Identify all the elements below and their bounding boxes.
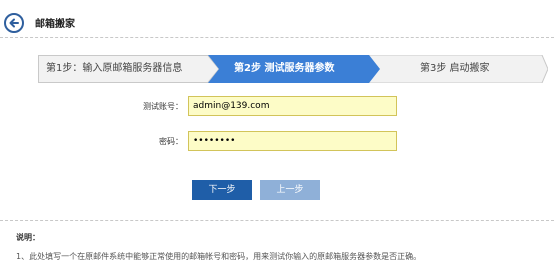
next-step-button[interactable]: 下一步 <box>192 180 252 200</box>
password-input[interactable] <box>188 131 397 151</box>
back-arrow-icon <box>9 18 19 28</box>
header-divider <box>0 37 554 38</box>
step-2-label: 第2步 测试服务器参数 <box>234 63 335 74</box>
step-1-label: 第1步：输入原邮箱服务器信息 <box>46 63 183 74</box>
step-progress: 第1步：输入原邮箱服务器信息 第2步 测试服务器参数 第3步 启动搬家 <box>38 55 548 83</box>
notes-divider <box>0 220 554 221</box>
notes-item: 1、此处填写一个在原邮件系统中能够正常使用的邮箱帐号和密码，用来测试你输入的原邮… <box>16 252 422 261</box>
back-button[interactable] <box>4 13 24 33</box>
page-title: 邮箱搬家 <box>35 19 75 30</box>
password-label: 密码： <box>159 137 183 146</box>
notes-title: 说明： <box>16 233 40 242</box>
account-input[interactable] <box>188 96 397 116</box>
previous-step-button[interactable]: 上一步 <box>260 180 320 200</box>
account-label: 测试账号： <box>143 102 183 111</box>
step-3-label: 第3步 启动搬家 <box>420 63 490 74</box>
